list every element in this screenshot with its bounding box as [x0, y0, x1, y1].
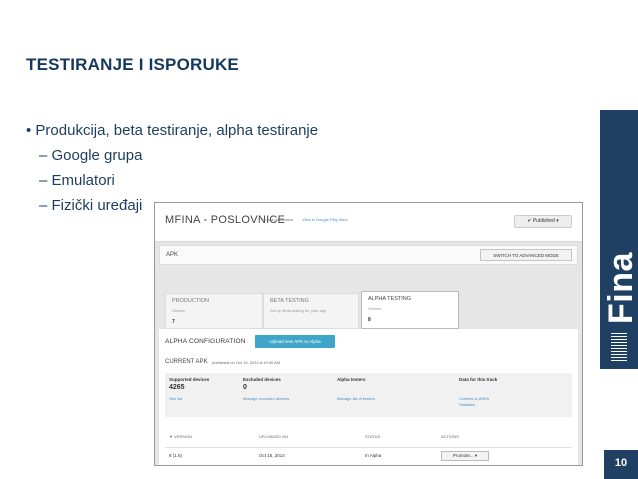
tab-sub: Version — [172, 308, 186, 313]
tab-production[interactable]: PRODUCTION Version 7 — [165, 293, 263, 329]
apk-info-grid: Supported devices 4265 See list Excluded… — [165, 373, 572, 417]
published-on-text: published on Oct 15, 2014 6:19:39 AM — [212, 360, 281, 365]
tab-version: 8 — [368, 317, 371, 323]
grid-header: Excluded devices — [243, 377, 281, 382]
bullet-main: • Produkcija, beta testiranje, alpha tes… — [26, 122, 319, 139]
promote-dropdown[interactable]: Promote... ▾ — [441, 451, 489, 461]
grid-header: Alpha testers — [337, 377, 366, 382]
upload-apk-button[interactable]: Upload new APK to Alpha — [255, 335, 335, 348]
grid-cell-testers: Alpha testers Manage list of testers — [333, 373, 455, 417]
tab-label: BETA TESTING — [270, 298, 309, 304]
cell-version: 8 (1.6) — [169, 453, 183, 458]
grid-cell-data: Data for this track Crashes & ANRs Stati… — [455, 373, 567, 417]
sub-item-google-group: – Google grupa — [39, 147, 143, 164]
advanced-mode-button[interactable]: SWITCH TO ADVANCED MODE — [480, 249, 572, 261]
tab-alpha-testing[interactable]: ALPHA TESTING Version 8 — [361, 291, 459, 329]
grid-link[interactable]: Crashes & ANRs Statistics — [459, 396, 489, 408]
grid-number: 4265 — [169, 384, 185, 391]
grid-link[interactable]: See list — [169, 396, 182, 402]
logo-lines-icon — [611, 333, 627, 361]
cell-status: In Alpha — [365, 453, 382, 458]
grid-cell-excluded: Excluded devices 0 Manage excluded devic… — [239, 373, 333, 417]
page-number: 10 — [614, 457, 628, 469]
grid-header: Data for this track — [459, 377, 498, 382]
tab-version: 7 — [172, 319, 175, 325]
tab-sub: Version — [368, 306, 382, 311]
sub-item-emulators: – Emulatori — [39, 172, 115, 189]
col-uploaded: UPLOADED ON — [259, 434, 289, 439]
grid-number: 0 — [243, 384, 247, 391]
console-header: MFINA - POSLOVNICE ~ hr.fina.poslovnice … — [155, 203, 582, 242]
apk-label: APK — [166, 252, 179, 258]
col-actions: ACTIONS — [441, 434, 459, 439]
alpha-configuration-heading: ALPHA CONFIGURATION — [165, 338, 246, 345]
package-name: ~ hr.fina.poslovnice — [259, 217, 294, 222]
fina-logo: Fina — [602, 252, 638, 324]
play-console-screenshot: MFINA - POSLOVNICE ~ hr.fina.poslovnice … — [154, 202, 583, 466]
grid-link[interactable]: Manage excluded devices — [243, 396, 289, 402]
sub-item-physical-devices: – Fizički uređaji — [39, 197, 143, 214]
alpha-panel: ALPHA CONFIGURATION Upload new APK to Al… — [159, 329, 578, 465]
tab-label: PRODUCTION — [172, 298, 209, 304]
slide-title: TESTIRANJE I ISPORUKE — [26, 55, 239, 74]
cell-uploaded: Oct 15, 2014 — [259, 453, 285, 458]
apk-table-header: ▼ VERSION UPLOADED ON STATUS ACTIONS — [165, 432, 572, 442]
brand-bar: Fina — [600, 110, 638, 369]
published-dropdown[interactable]: ✔ Published ▾ — [514, 215, 572, 228]
page-number-box: 10 — [604, 450, 638, 479]
tab-beta-testing[interactable]: BETA TESTING Set up Beta testing for you… — [263, 293, 359, 329]
table-row: 8 (1.6) Oct 15, 2014 In Alpha Promote...… — [165, 447, 572, 464]
grid-cell-supported: Supported devices 4265 See list — [165, 373, 239, 417]
col-version[interactable]: ▼ VERSION — [169, 434, 192, 439]
col-status: STATUS — [365, 434, 381, 439]
grid-link[interactable]: Manage list of testers — [337, 396, 375, 402]
grid-header: Supported devices — [169, 377, 210, 382]
view-in-play-link[interactable]: View in Google Play store — [302, 217, 348, 222]
current-apk-heading: CURRENT APK — [165, 359, 208, 365]
tab-label: ALPHA TESTING — [368, 296, 411, 302]
apk-bar: APK SWITCH TO ADVANCED MODE — [159, 245, 578, 265]
tab-sub: Set up Beta testing for your app — [270, 308, 327, 313]
